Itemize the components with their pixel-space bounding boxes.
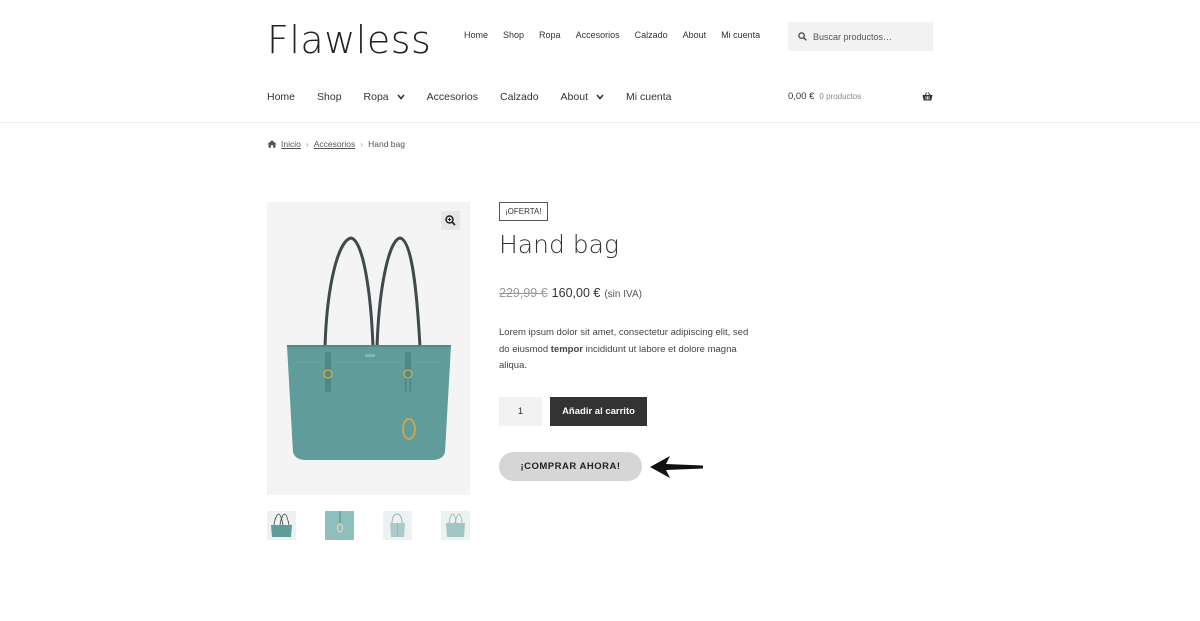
main-nav-calzado[interactable]: Calzado [500, 91, 539, 103]
add-to-cart-button[interactable]: Añadir al carrito [550, 397, 647, 426]
thumbnail-4[interactable] [441, 511, 470, 540]
product-title: Hand bag [499, 230, 619, 259]
top-nav-calzado[interactable]: Calzado [635, 30, 668, 40]
breadcrumb-separator: › [360, 139, 364, 149]
breadcrumb-current: Hand bag [368, 139, 405, 149]
arrow-left-icon [650, 456, 703, 478]
zoom-button[interactable] [441, 211, 460, 230]
header-divider [0, 122, 1200, 123]
top-nav-ropa[interactable]: Ropa [539, 30, 561, 40]
thumbnail-strip [267, 511, 470, 540]
breadcrumb-home-link[interactable]: Inicio [281, 139, 301, 149]
zoom-in-icon [445, 215, 456, 226]
cart-count: 0 productos [819, 92, 862, 101]
search-placeholder: Buscar productos… [813, 31, 893, 42]
current-price: 160,00 € [551, 286, 601, 300]
main-nav-mi-cuenta[interactable]: Mi cuenta [626, 91, 672, 103]
search-icon [798, 32, 807, 41]
mini-cart[interactable]: 0,00 € 0 productos [788, 91, 933, 102]
top-nav-mi-cuenta[interactable]: Mi cuenta [721, 30, 760, 40]
breadcrumb: Inicio › Accesorios › Hand bag [267, 139, 405, 149]
old-price: 229,99 € [499, 286, 548, 300]
main-nav-ropa[interactable]: Ropa [364, 91, 405, 103]
main-nav: Home Shop Ropa Accesorios Calzado About … [267, 91, 694, 103]
quantity-input[interactable]: 1 [499, 397, 542, 426]
thumbnail-1[interactable] [267, 511, 296, 540]
product-price: 229,99 € 160,00 € (sin IVA) [499, 286, 642, 300]
basket-icon [922, 92, 933, 101]
top-nav-home[interactable]: Home [464, 30, 488, 40]
chevron-down-icon [397, 94, 405, 100]
product-main-image[interactable] [267, 202, 470, 495]
chevron-down-icon [596, 94, 604, 100]
sale-badge: ¡OFERTA! [499, 202, 548, 221]
site-logo[interactable]: Flawless [267, 18, 431, 62]
product-description: Lorem ipsum dolor sit amet, consectetur … [499, 327, 749, 371]
top-nav-shop[interactable]: Shop [503, 30, 524, 40]
breadcrumb-separator: › [305, 139, 309, 149]
top-nav-accesorios[interactable]: Accesorios [576, 30, 620, 40]
main-nav-about[interactable]: About [561, 91, 604, 103]
breadcrumb-category-link[interactable]: Accesorios [314, 139, 356, 149]
home-icon [267, 140, 277, 148]
thumbnail-2[interactable] [325, 511, 354, 540]
main-nav-accesorios[interactable]: Accesorios [427, 91, 478, 103]
main-nav-shop[interactable]: Shop [317, 91, 342, 103]
top-nav: Home Shop Ropa Accesorios Calzado About … [464, 30, 775, 40]
handbag-image [287, 236, 451, 460]
main-nav-home[interactable]: Home [267, 91, 295, 103]
top-nav-about[interactable]: About [683, 30, 707, 40]
thumbnail-3[interactable] [383, 511, 412, 540]
cart-total: 0,00 € [788, 91, 815, 102]
search-input[interactable]: Buscar productos… [788, 22, 933, 51]
buy-now-button[interactable]: ¡COMPRAR AHORA! [499, 452, 642, 481]
tax-note: (sin IVA) [604, 289, 642, 300]
